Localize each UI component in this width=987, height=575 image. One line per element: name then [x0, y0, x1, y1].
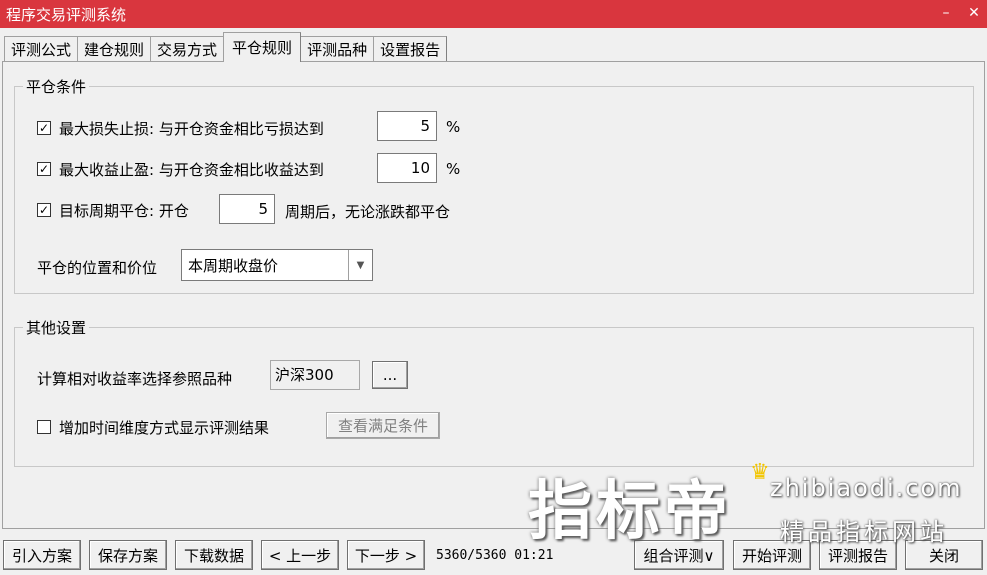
tab-instruments[interactable]: 评测品种	[300, 36, 375, 62]
max-profit-label: 最大收益止盈: 与开仓资金相比收益达到	[59, 160, 324, 179]
target-period-row: ✓ 目标周期平仓: 开仓	[37, 194, 189, 226]
tab-close-rules[interactable]: 平仓规则	[223, 32, 302, 62]
save-plan-button[interactable]: 保存方案	[89, 540, 167, 570]
watermark-brand: 指标帝	[528, 475, 732, 549]
tab-panel: 平仓条件 ✓ 最大损失止损: 与开仓资金相比亏损达到 5 % ✓ 最大收益止盈:…	[2, 61, 985, 529]
target-period-input[interactable]: 5	[219, 194, 275, 224]
title-bar: 程序交易评测系统 – ✕	[0, 0, 987, 28]
benchmark-browse-button[interactable]: ...	[372, 361, 408, 389]
benchmark-field: 沪深300	[270, 360, 360, 390]
import-plan-button[interactable]: 引入方案	[3, 540, 81, 570]
close-conditions-legend: 平仓条件	[23, 76, 90, 97]
target-period-label: 目标周期平仓: 开仓	[59, 201, 189, 220]
other-settings-legend: 其他设置	[23, 317, 90, 338]
benchmark-label: 计算相对收益率选择参照品种	[37, 370, 233, 388]
position-price-select[interactable]: 本周期收盘价 ▼	[181, 249, 373, 281]
max-profit-input[interactable]: 10	[377, 153, 437, 183]
close-icon[interactable]: ✕	[962, 2, 986, 24]
max-loss-row: ✓ 最大损失止损: 与开仓资金相比亏损达到	[37, 112, 324, 144]
view-conditions-button[interactable]: 查看满足条件	[326, 412, 440, 439]
tab-trade-mode[interactable]: 交易方式	[150, 36, 225, 62]
max-loss-label: 最大损失止损: 与开仓资金相比亏损达到	[59, 119, 324, 138]
chevron-down-icon[interactable]: ▼	[348, 250, 372, 280]
max-profit-checkbox[interactable]: ✓	[37, 162, 51, 176]
max-loss-checkbox[interactable]: ✓	[37, 121, 51, 135]
minimize-icon[interactable]: –	[934, 2, 958, 24]
position-price-value: 本周期收盘价	[188, 256, 279, 275]
target-period-suffix: 周期后，无论涨跌都平仓	[285, 203, 451, 221]
target-period-checkbox[interactable]: ✓	[37, 203, 51, 217]
time-dimension-row: 增加时间维度方式显示评测结果	[37, 412, 269, 442]
download-data-button[interactable]: 下载数据	[175, 540, 253, 570]
prev-step-button[interactable]: < 上一步	[261, 540, 339, 570]
time-dimension-label: 增加时间维度方式显示评测结果	[59, 418, 270, 437]
max-loss-unit: %	[446, 118, 461, 136]
watermark-url: zhibiaodi.com	[770, 474, 963, 502]
max-profit-unit: %	[446, 160, 461, 178]
window-title: 程序交易评测系统	[6, 5, 127, 24]
tab-formula[interactable]: 评测公式	[4, 36, 79, 62]
tab-open-rules[interactable]: 建仓规则	[77, 36, 152, 62]
position-price-label: 平仓的位置和价位	[37, 259, 158, 277]
next-step-button[interactable]: 下一步 >	[347, 540, 425, 570]
tab-strip: 评测公式 建仓规则 交易方式 平仓规则 评测品种 设置报告	[0, 32, 448, 62]
crown-icon: ♛	[750, 460, 770, 485]
watermark: 指标帝 ♛ zhibiaodi.com 精品指标网站	[528, 460, 978, 550]
max-profit-row: ✓ 最大收益止盈: 与开仓资金相比收益达到	[37, 153, 324, 185]
time-dimension-checkbox[interactable]	[37, 420, 51, 434]
watermark-slogan: 精品指标网站	[780, 518, 948, 546]
tab-report-settings[interactable]: 设置报告	[373, 36, 448, 62]
close-conditions-group: 平仓条件 ✓ 最大损失止损: 与开仓资金相比亏损达到 5 % ✓ 最大收益止盈:…	[14, 76, 974, 294]
max-loss-input[interactable]: 5	[377, 111, 437, 141]
other-settings-group: 其他设置 计算相对收益率选择参照品种 沪深300 ... 增加时间维度方式显示评…	[14, 317, 974, 467]
